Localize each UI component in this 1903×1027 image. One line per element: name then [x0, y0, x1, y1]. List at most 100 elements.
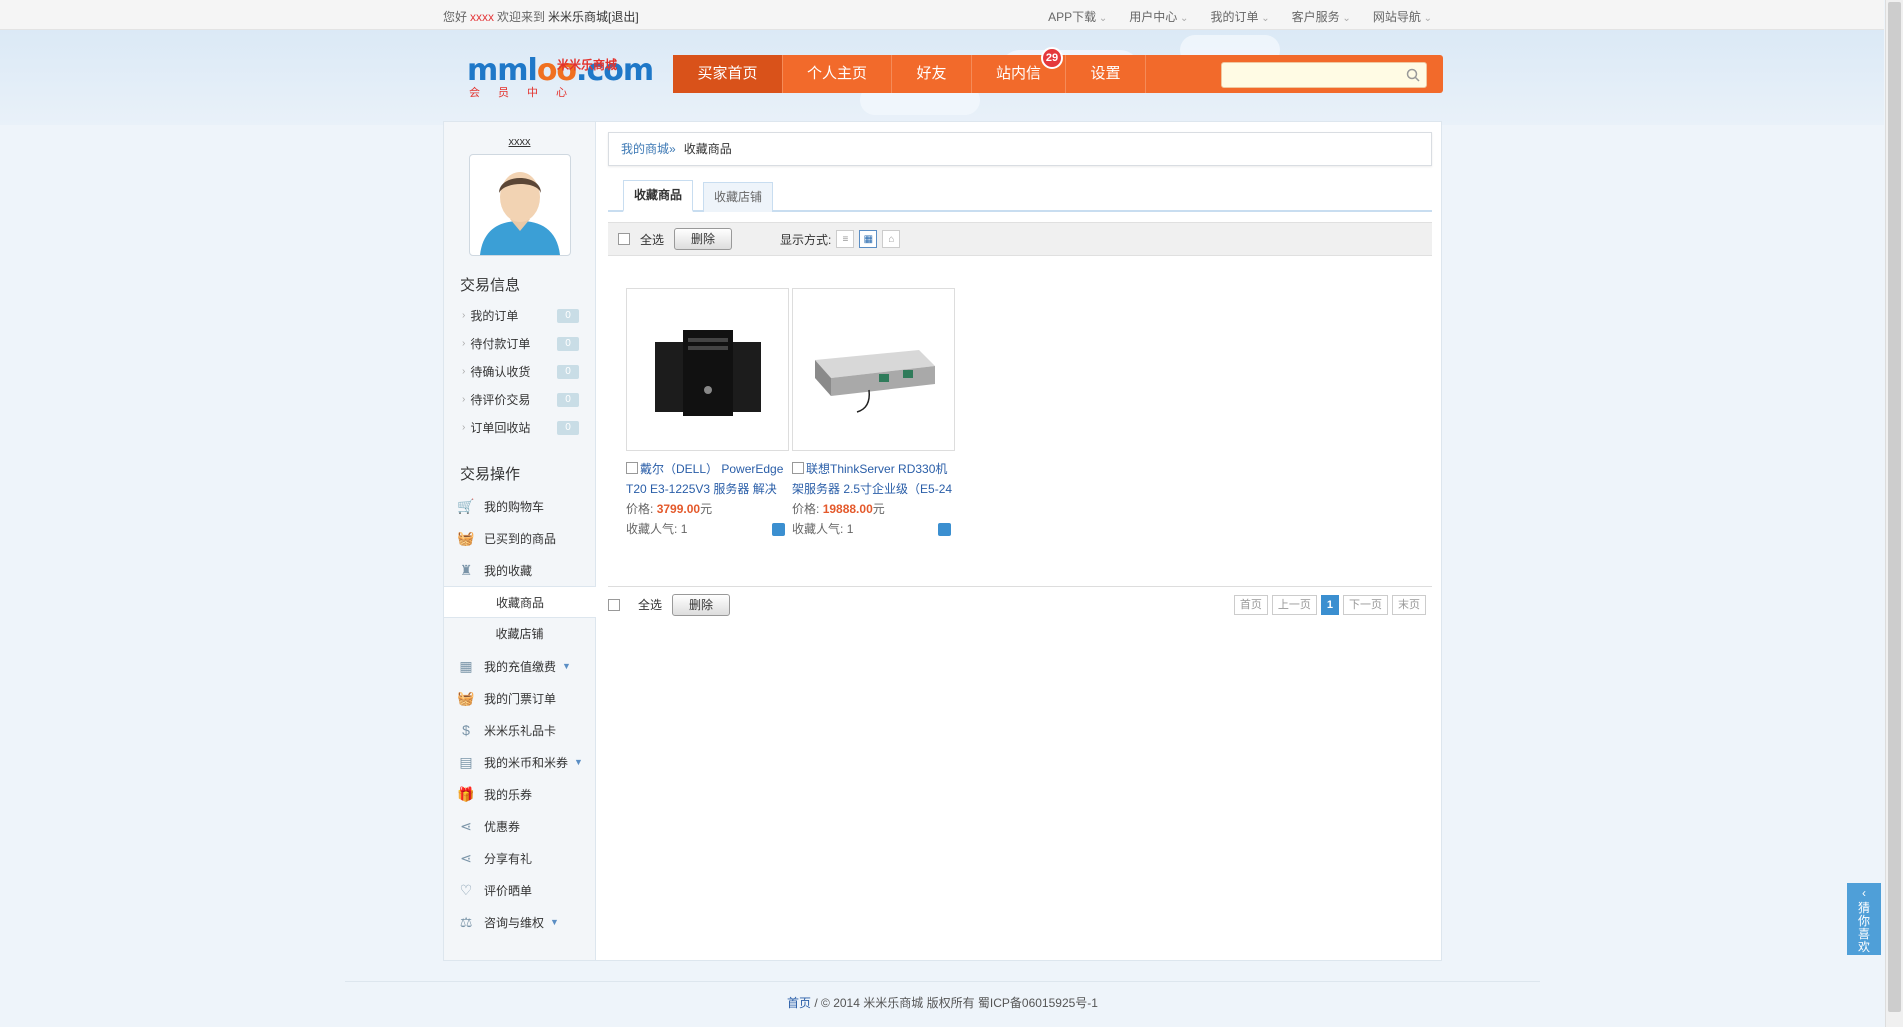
- pager-next[interactable]: 下一页: [1343, 595, 1388, 615]
- product-name-link[interactable]: 联想ThinkServer RD330机架服务器 2.5寸企业级（E5-24: [792, 459, 957, 499]
- avatar[interactable]: [468, 154, 571, 256]
- guess-you-like-button[interactable]: ‹ 猜你喜欢: [1847, 883, 1881, 955]
- search-input[interactable]: [1222, 63, 1402, 87]
- sidebar-item-tickets[interactable]: 🧺 我的门票订单: [444, 682, 595, 714]
- product-price: 19888.00: [822, 502, 873, 516]
- sidebar-item-recharge[interactable]: ▦ 我的充值缴费 ▼: [444, 650, 595, 682]
- nav-personal-home[interactable]: 个人主页: [783, 55, 892, 93]
- pager-current[interactable]: 1: [1320, 595, 1339, 615]
- trade-info-title: 交易信息: [460, 277, 521, 294]
- sidebar-item-fav-shops[interactable]: 收藏店铺: [444, 618, 595, 650]
- delete-button-bottom[interactable]: 删除: [672, 593, 731, 616]
- nav-friends[interactable]: 好友: [892, 55, 972, 93]
- product-popularity: 1: [680, 522, 688, 536]
- caret-down-icon: ▼: [574, 757, 583, 767]
- building-icon: ▦: [459, 657, 473, 674]
- sidebar-item-coins[interactable]: ▤ 我的米币和米券 ▼: [444, 746, 595, 778]
- username-link[interactable]: xxxx: [470, 10, 494, 24]
- sidebar-item-favorites[interactable]: ♜ 我的收藏: [444, 554, 595, 586]
- page-scrollbar[interactable]: [1885, 0, 1903, 1027]
- product-price-row: 价格: 3799.00元: [626, 502, 713, 516]
- sidebar: xxxx 交易信息 我的订单0 待付款订单0 待确认收货0 待评价交易0 订单回…: [444, 122, 596, 960]
- logo[interactable]: mmloo.com 米米乐商城 会员中心: [467, 54, 654, 100]
- shop-view-icon[interactable]: ⌂: [882, 230, 901, 248]
- nav-messages-label: 站内信: [995, 65, 1041, 82]
- product-name-link[interactable]: 戴尔（DELL） PowerEdge T20 E3-1225V3 服务器 解决: [626, 459, 791, 499]
- welcome-text: 您好 xxxx 欢迎来到 米米乐商城[退出]: [443, 8, 639, 25]
- sidebar-item-cart[interactable]: 🛒 我的购物车: [444, 490, 595, 522]
- trade-ops-list: 🛒 我的购物车 🧺 已买到的商品 ♜ 我的收藏 收藏商品 收藏店铺 ▦ 我的充值缴费 ▼ …: [444, 490, 596, 938]
- caret-down-icon: ▼: [562, 661, 571, 671]
- sidebar-username[interactable]: xxxx: [444, 136, 595, 148]
- logo-subtitle: 会员中心: [469, 87, 585, 99]
- count-badge: 0: [557, 309, 579, 323]
- nav-messages[interactable]: 站内信 29: [972, 47, 1066, 93]
- default-avatar-icon: [479, 172, 560, 255]
- share-icon: ⋖: [460, 817, 472, 834]
- share-icon: ⋖: [460, 849, 472, 866]
- rack-server-image: [814, 349, 935, 413]
- grid-view-icon[interactable]: ▦: [859, 230, 878, 248]
- sidebar-item-order-recycle[interactable]: 订单回收站0: [444, 413, 595, 441]
- calculator-icon: ▤: [459, 753, 473, 770]
- product-image[interactable]: [626, 288, 789, 451]
- share-icon[interactable]: [938, 523, 951, 536]
- list-view-icon[interactable]: ≡: [836, 230, 855, 248]
- product-popularity-row: 收藏人气: 1: [792, 519, 957, 539]
- product-grid: 戴尔（DELL） PowerEdge T20 E3-1225V3 服务器 解决 …: [608, 256, 1432, 586]
- product-checkbox[interactable]: [626, 462, 638, 474]
- scrollbar-thumb[interactable]: [1888, 2, 1901, 1012]
- site-name: 米米乐商城: [548, 10, 609, 24]
- footer-home-link[interactable]: 首页: [787, 996, 811, 1010]
- top-nav-site-nav[interactable]: 网站导航: [1373, 8, 1432, 25]
- tab-fav-shops[interactable]: 收藏店铺: [703, 182, 774, 212]
- sidebar-item-pending-payment[interactable]: 待付款订单0: [444, 329, 595, 357]
- select-all-checkbox[interactable]: [618, 233, 630, 245]
- pager-last[interactable]: 末页: [1392, 595, 1426, 615]
- sidebar-item-bought[interactable]: 🧺 已买到的商品: [444, 522, 595, 554]
- product-image[interactable]: [792, 288, 955, 451]
- guess-you-like-label: 猜你喜欢: [1857, 901, 1870, 954]
- nav-buyer-home[interactable]: 买家首页: [673, 55, 783, 93]
- count-badge: 0: [557, 421, 579, 435]
- tab-fav-goods[interactable]: 收藏商品: [623, 180, 694, 212]
- count-badge: 0: [557, 393, 579, 407]
- pager-first[interactable]: 首页: [1233, 595, 1268, 615]
- top-nav-my-orders[interactable]: 我的订单: [1210, 8, 1269, 25]
- share-icon[interactable]: [772, 523, 785, 536]
- basket-icon: 🧺: [457, 689, 475, 706]
- delete-button[interactable]: 删除: [674, 228, 733, 250]
- main-container: xxxx 交易信息 我的订单0 待付款订单0 待确认收货0 待评价交易0 订单回…: [443, 121, 1442, 961]
- footer: 首页 / © 2014 米米乐商城 版权所有 蜀ICP备06015925号-1: [345, 981, 1540, 1011]
- footer-copyright: / © 2014 米米乐商城 版权所有 蜀ICP备06015925号-1: [811, 996, 1098, 1010]
- top-bar: 您好xxxx欢迎来到米米乐商城[退出] APP下载 用户中心 我的订单 客户服务…: [0, 0, 1884, 30]
- sidebar-item-fav-goods[interactable]: 收藏商品: [444, 586, 596, 618]
- product-price-row: 价格: 19888.00元: [792, 502, 885, 516]
- sidebar-item-giftcard[interactable]: $ 米米乐礼品卡: [444, 714, 595, 746]
- sidebar-item-coupons[interactable]: ⋖ 优惠券: [444, 810, 595, 842]
- product-checkbox[interactable]: [792, 462, 804, 474]
- sidebar-item-pending-review[interactable]: 待评价交易0: [444, 385, 595, 413]
- sidebar-item-review[interactable]: ♡ 评价晒单: [444, 874, 595, 906]
- breadcrumb-home-link[interactable]: 我的商城»: [621, 142, 676, 156]
- sidebar-item-my-orders[interactable]: 我的订单0: [444, 301, 595, 329]
- top-nav-app-download[interactable]: APP下载: [1048, 8, 1107, 25]
- message-count-badge: 29: [1041, 47, 1063, 69]
- sidebar-item-share[interactable]: ⋖ 分享有礼: [444, 842, 595, 874]
- top-nav: APP下载 用户中心 我的订单 客户服务 网站导航: [1048, 8, 1432, 25]
- top-nav-customer-service[interactable]: 客户服务: [1292, 8, 1351, 25]
- product-popularity: 1: [846, 522, 854, 536]
- pager-prev[interactable]: 上一页: [1271, 595, 1317, 615]
- pagination: 首页 上一页 1 下一页 末页: [1233, 595, 1426, 615]
- gift-icon: 🎁: [457, 785, 475, 802]
- top-nav-user-center[interactable]: 用户中心: [1129, 8, 1188, 25]
- search-icon[interactable]: [1406, 68, 1420, 82]
- sidebar-item-consult[interactable]: ⚖ 咨询与维权 ▼: [444, 906, 595, 938]
- logout-link[interactable]: [退出]: [608, 10, 639, 24]
- select-all-checkbox-bottom[interactable]: [608, 598, 620, 611]
- nav-settings[interactable]: 设置: [1066, 55, 1146, 93]
- trade-ops-title: 交易操作: [460, 466, 521, 483]
- greeting: 您好: [443, 10, 468, 24]
- sidebar-item-pending-receipt[interactable]: 待确认收货0: [444, 357, 595, 385]
- sidebar-item-lequan[interactable]: 🎁 我的乐券: [444, 778, 595, 810]
